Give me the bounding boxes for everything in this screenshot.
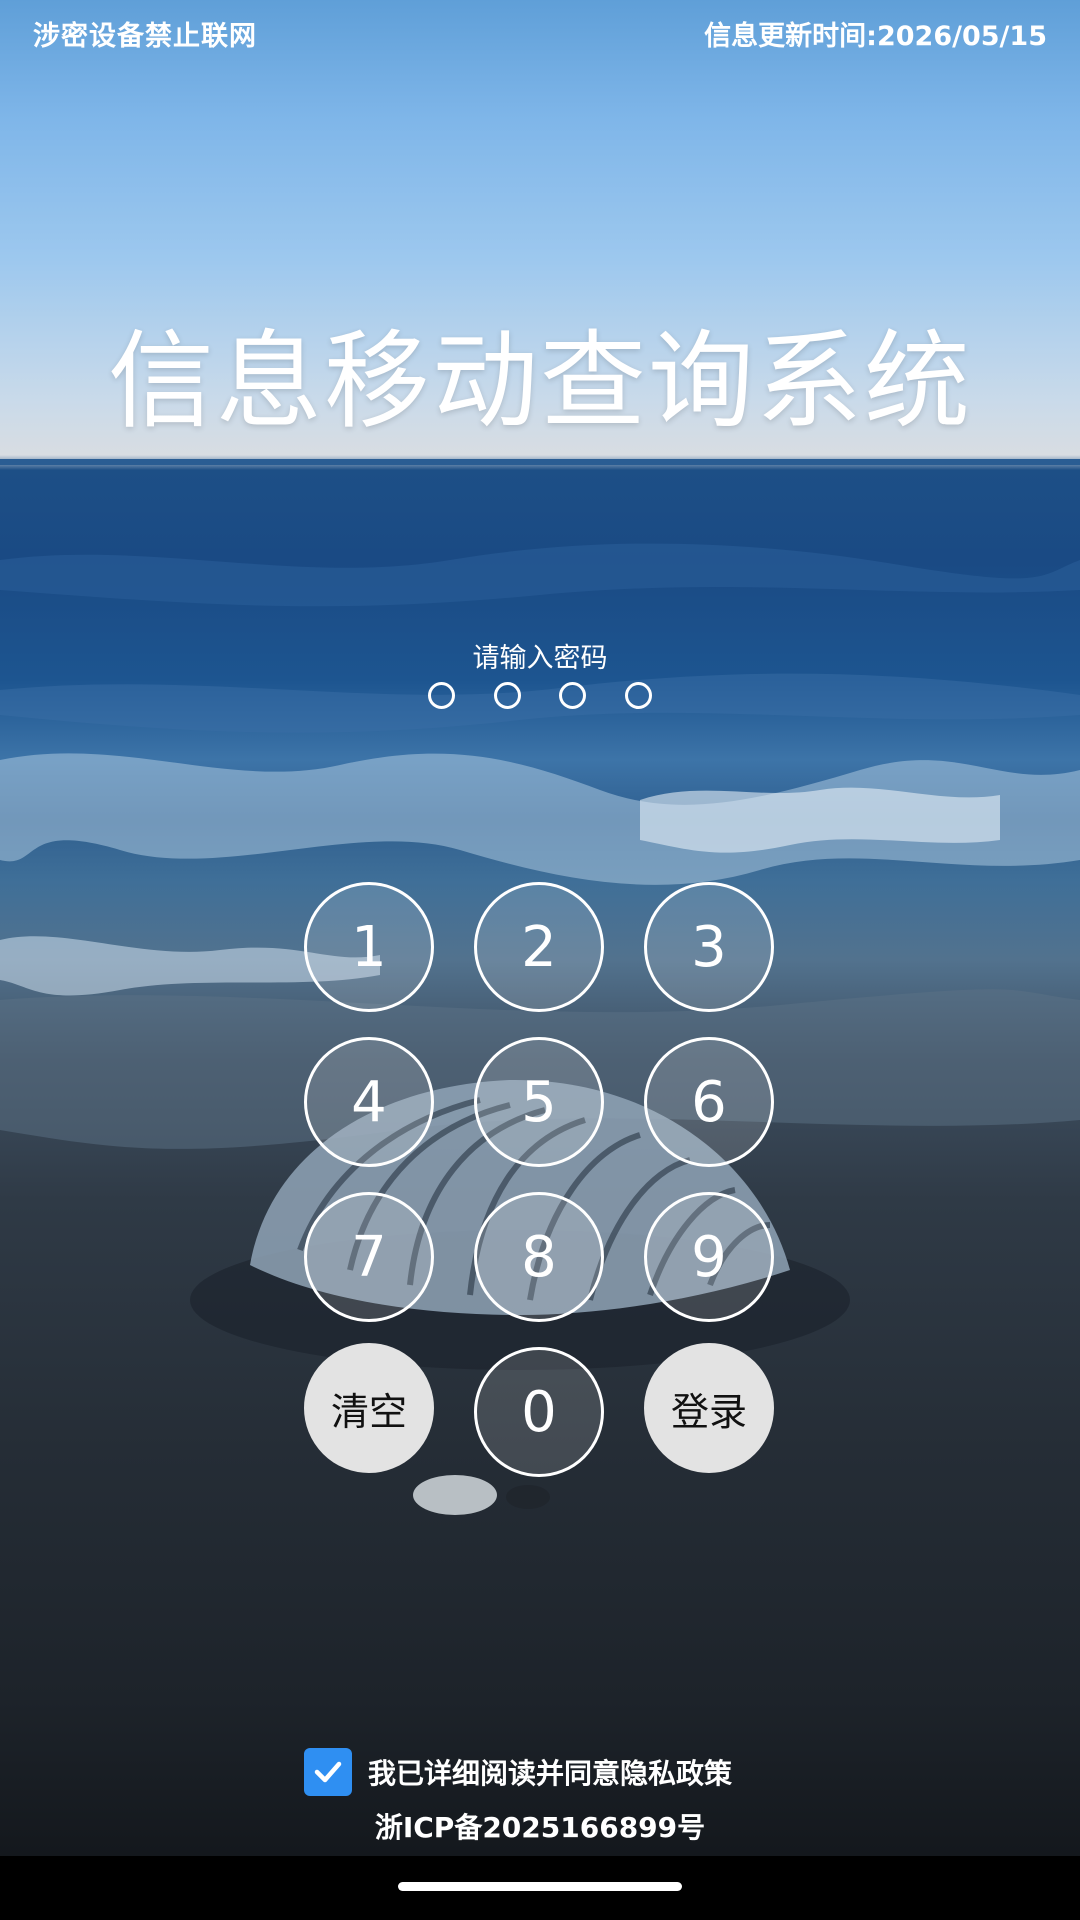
pebble (413, 1475, 497, 1515)
password-dot (493, 682, 521, 709)
key-5[interactable]: 5 (474, 1037, 604, 1167)
key-7[interactable]: 7 (304, 1192, 434, 1322)
key-0[interactable]: 0 (474, 1347, 604, 1477)
icp-record: 浙ICP备2025166899号 (374, 1811, 706, 1844)
key-1[interactable]: 1 (304, 882, 434, 1012)
password-dot (559, 682, 587, 709)
pebble (506, 1485, 550, 1509)
key-3[interactable]: 3 (644, 882, 774, 1012)
login-button[interactable]: 登录 (644, 1343, 774, 1473)
home-indicator[interactable] (398, 1882, 682, 1891)
password-dot (428, 682, 455, 709)
privacy-agreement-label[interactable]: 我已详细阅读并同意隐私政策 (368, 1752, 732, 1792)
update-time: 信息更新时间:2026/05/15 (704, 21, 1047, 52)
key-2[interactable]: 2 (474, 882, 604, 1012)
app-title: 信息移动查询系统 (108, 320, 972, 443)
password-prompt: 请输入密码 (472, 643, 608, 674)
password-dots (428, 682, 652, 710)
login-screen: 涉密设备禁止联网 信息更新时间:2026/05/15 信息移动查询系统 请输入密… (0, 0, 1080, 1920)
key-8[interactable]: 8 (474, 1192, 604, 1322)
key-4[interactable]: 4 (304, 1037, 434, 1167)
key-6[interactable]: 6 (644, 1037, 774, 1167)
clear-button[interactable]: 清空 (304, 1343, 434, 1473)
privacy-agreement: 我已详细阅读并同意隐私政策 (304, 1748, 732, 1796)
horizon-line (0, 459, 1080, 465)
security-notice: 涉密设备禁止联网 (33, 21, 257, 52)
checkmark-icon (314, 1761, 342, 1783)
key-9[interactable]: 9 (644, 1192, 774, 1322)
navigation-bar (0, 1856, 1080, 1920)
wave-band (0, 543, 1080, 607)
password-dot (624, 682, 652, 709)
privacy-checkbox[interactable] (304, 1748, 352, 1796)
